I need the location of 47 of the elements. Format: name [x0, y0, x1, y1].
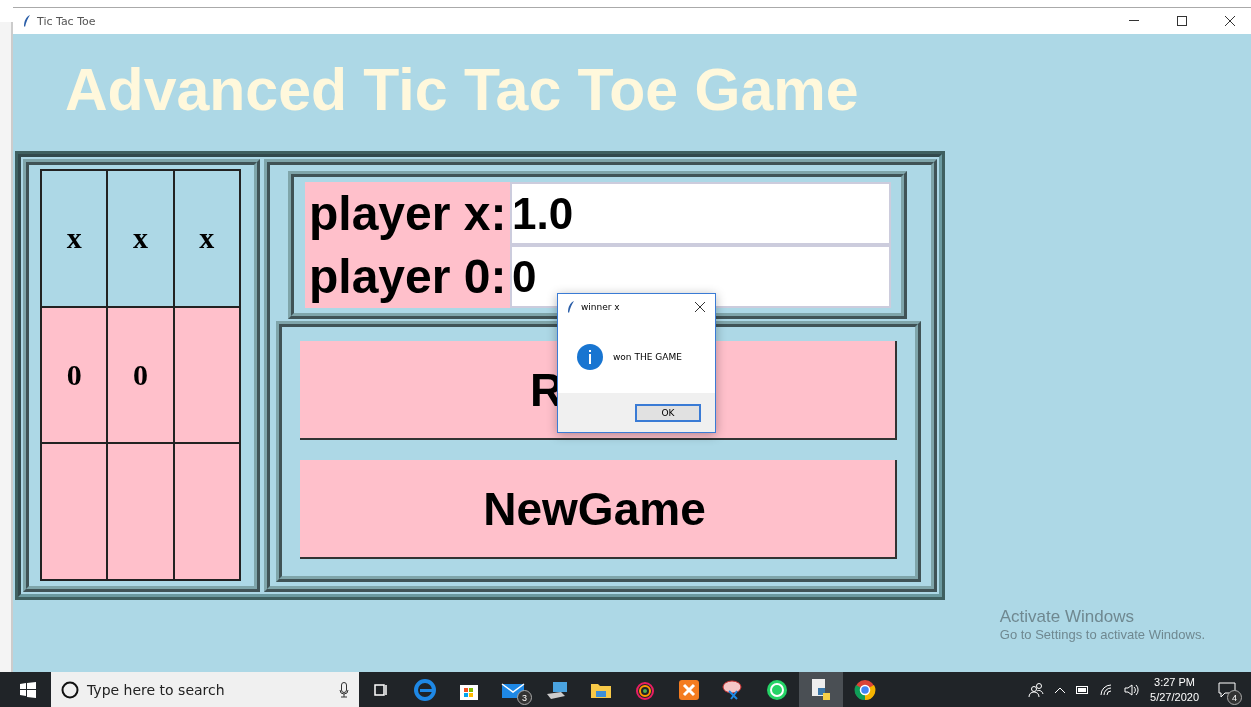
notifications-button[interactable]: 4: [1209, 672, 1245, 707]
score-label: player 0:: [305, 245, 510, 308]
people-icon: [1028, 681, 1045, 698]
search-field[interactable]: Type here to search: [51, 672, 359, 707]
activation-title: Activate Windows: [999, 607, 1135, 627]
clock-time: 3:27 PM: [1154, 674, 1195, 690]
board-cell[interactable]: 0: [41, 306, 108, 444]
count-badge: 4: [1227, 690, 1242, 705]
game-heading: Advanced Tic Tac Toe Game: [65, 56, 860, 124]
feather-icon: [567, 301, 575, 313]
close-icon: [695, 302, 705, 312]
taskbar-app[interactable]: [799, 672, 843, 707]
info-icon: [577, 343, 603, 370]
board-cell[interactable]: 0: [107, 306, 174, 444]
close-icon: [1225, 16, 1235, 26]
computer-icon: [545, 679, 569, 700]
board-cell[interactable]: x: [173, 170, 240, 307]
windows-logo-icon: [20, 681, 36, 698]
feather-icon: [23, 15, 31, 27]
count-badge: 3: [517, 690, 532, 705]
board-cell[interactable]: [173, 443, 240, 580]
score-field[interactable]: 1.0: [510, 182, 891, 245]
x-tile-icon: [678, 678, 700, 701]
browser-e-icon: [414, 678, 436, 701]
board-cell[interactable]: [41, 443, 108, 580]
board-cell[interactable]: [107, 443, 174, 580]
taskbar-app[interactable]: 3: [491, 672, 535, 707]
score-label: player x:: [305, 182, 510, 245]
board-cell[interactable]: x: [41, 170, 108, 307]
chevron-up-icon: [1054, 685, 1067, 694]
task-view-icon: [373, 681, 389, 698]
circle-icon: [61, 680, 79, 699]
window-title: Tic Tac Toe: [37, 14, 97, 28]
dialog-message: won THE GAME: [613, 351, 682, 362]
clock-date: 5/27/2020: [1150, 689, 1199, 705]
envelope-icon: [501, 680, 525, 699]
maximize-icon: [1177, 16, 1187, 26]
minimize-icon: [1129, 20, 1139, 22]
board-cell[interactable]: [173, 306, 240, 444]
ok-button[interactable]: OK: [635, 403, 701, 422]
activation-text: Go to Settings to activate Windows.: [999, 627, 1205, 642]
board-cell[interactable]: x: [107, 170, 174, 307]
browser-circle-icon: [854, 678, 876, 701]
game-button[interactable]: NewGame: [300, 460, 897, 559]
speaker-icon: [1124, 682, 1141, 697]
microphone-icon: [339, 681, 349, 698]
battery-icon: [1076, 685, 1091, 694]
